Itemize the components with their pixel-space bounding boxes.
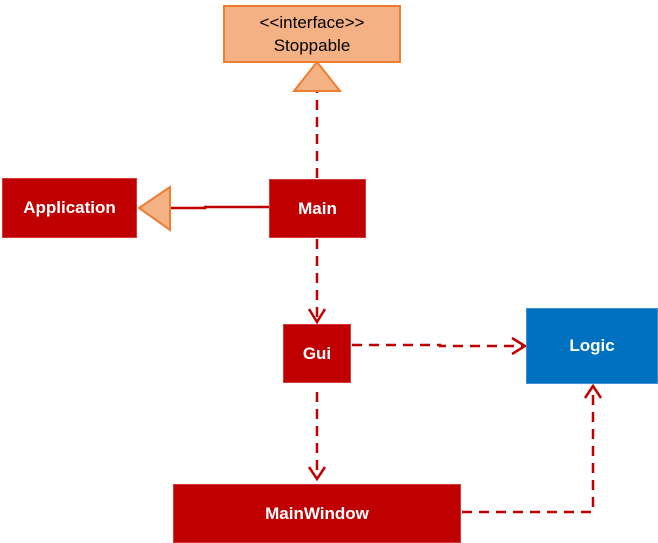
stoppable-stereotype: <<interface>> <box>259 13 365 32</box>
node-application[interactable]: Application <box>2 178 137 238</box>
edge-mainwindow-logic <box>462 388 595 514</box>
logic-label: Logic <box>569 336 615 355</box>
gui-label: Gui <box>302 343 332 363</box>
edge-main-application <box>170 205 269 210</box>
node-stoppable[interactable]: <<interface>> Stoppable <box>223 5 401 63</box>
main-label: Main <box>298 198 337 218</box>
application-label: Application <box>23 198 116 217</box>
mainwindow-label: MainWindow <box>265 503 369 523</box>
node-main[interactable]: Main <box>269 179 366 238</box>
node-gui[interactable]: Gui <box>283 324 351 383</box>
stoppable-label: Stoppable <box>273 36 351 55</box>
node-logic[interactable]: Logic <box>526 308 658 384</box>
inheritance-triangle-icon <box>137 185 171 232</box>
node-mainwindow[interactable]: MainWindow <box>173 484 461 543</box>
edges-layer <box>137 60 603 514</box>
realization-triangle-icon <box>291 60 343 92</box>
edge-gui-logic <box>352 343 523 348</box>
